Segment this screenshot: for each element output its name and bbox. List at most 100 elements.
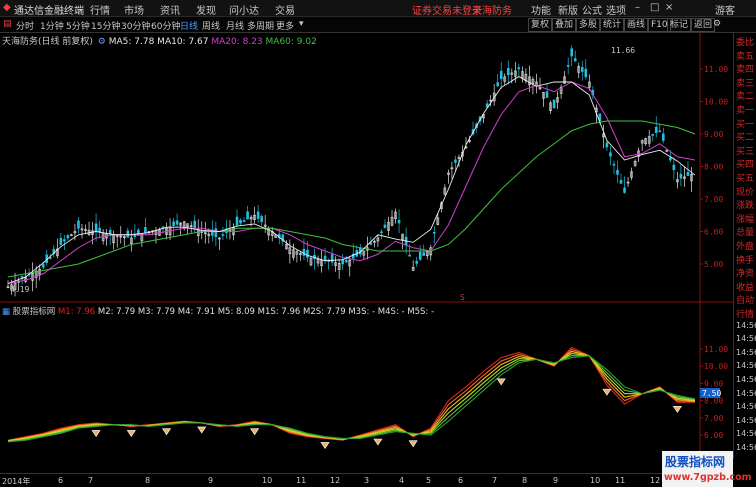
indicator-ribbon-line [7,346,695,441]
price-tick: 7.00 [704,195,723,204]
chart-title: 天海防务(日线 前复权) [2,37,93,47]
candle-body [77,220,80,229]
period-60min[interactable]: 60分钟 [151,19,180,32]
app-logo-icon: ◆ [3,2,11,13]
side-panel-item[interactable]: 14:56 [736,402,756,411]
signal-diamond [197,426,207,434]
user-label[interactable]: 游客 [715,2,735,17]
period-timeshare[interactable]: 分时 [16,19,34,32]
signal-diamond [250,428,260,436]
side-panel-item: 买五 [736,174,755,184]
indicator-tick: 9.00 [704,379,723,388]
candle-body [306,249,309,258]
ma-line-ma20 [7,81,696,284]
side-panel-item: 卖五 [736,51,755,62]
candle-body [175,220,179,225]
multi-stock-button[interactable]: 多股 [576,18,601,32]
candle-body [612,163,616,166]
period-1min[interactable]: 1分钟 [40,19,64,32]
period-30min[interactable]: 30分钟 [121,19,150,32]
chevron-down-icon[interactable]: ▾ [299,19,304,29]
side-panel-item[interactable]: 14:56 [736,334,756,343]
date-tick: 12 [330,476,341,485]
signal-diamond [126,430,136,437]
menu-function[interactable]: 功能 [531,2,551,17]
side-panel-item: 收益 [736,282,755,293]
overlay-button[interactable]: 叠加 [552,18,577,32]
ma-legend-item: MA10: 7.67 [154,37,209,47]
quote-side-panel: 委比 卖五 卖四 卖三 卖二 卖一 买一 买二 买三 买四 买五 现价 涨跌 涨幅 总量 外盘 换手 净资 收益 自动… [733,33,756,459]
indicator-grid-icon[interactable]: ▦ [2,307,10,317]
menu-quotes[interactable]: 行情 [90,2,110,17]
indicator-ribbon-line [7,352,696,442]
menu-news[interactable]: 资讯 [160,2,180,17]
signal-diamond [320,442,330,449]
menu-market[interactable]: 市场 [124,2,144,17]
candle-body [246,211,249,220]
close-icon[interactable]: × [665,2,673,13]
menu-options[interactable]: 选项 [606,2,626,17]
side-panel-item[interactable]: 14:56 [736,361,756,370]
draw-button[interactable]: 画线 [624,18,649,32]
candle-body [609,152,612,157]
candle-body [570,48,573,57]
side-panel-item[interactable]: 14:56 [736,375,756,384]
menu-formula[interactable]: 公式 [582,2,602,17]
date-tick: 6 [458,476,464,485]
high-label: 11.66 [611,46,635,55]
indicator-title: 股票指标网 [12,307,56,317]
side-panel-item[interactable]: 自动 [736,293,756,306]
side-panel-item[interactable]: 14:56 [736,443,756,452]
menu-ask[interactable]: 问小达 [229,2,259,17]
watermark-line1: 股票指标网 [665,455,726,469]
date-tick: 11 [296,476,307,485]
price-tick: 9.00 [704,130,723,139]
settings-small-icon[interactable]: ⚙ [98,37,106,47]
indicator-legend-item: M4: 7.91 [175,307,215,317]
mark-button[interactable]: 标记 [667,18,692,32]
side-panel-item[interactable]: 14:56 [736,429,756,438]
adjust-button[interactable]: 复权 [528,18,553,32]
indicator-legend-item: M2: 7.79 [95,307,136,317]
side-panel-item[interactable]: 14:56 [736,416,756,425]
candle-body [686,171,690,176]
period-more[interactable]: 更多 [276,19,294,32]
stats-button[interactable]: 统计 [600,18,625,32]
period-15min[interactable]: 15分钟 [91,19,120,32]
period-weekly[interactable]: 周线 [202,19,220,32]
side-panel-item[interactable]: 行情 [736,307,756,320]
candle-body [94,223,98,232]
side-panel-item: 现价 [736,187,755,198]
minimize-icon[interactable]: – [635,2,640,13]
kline-chart[interactable]: 11.00 10.00 9.00 8.00 7.00 6.00 5.00 11.00 10.0… [0,33,733,473]
candle-body [59,237,63,245]
back-button[interactable]: 返回 [691,18,716,32]
side-panel-item[interactable]: 14:56 [736,348,756,357]
menu-trade[interactable]: 交易 [275,2,295,17]
main-legend: 天海防务(日线 前复权) ⚙ MA5: 7.78 MA10: 7.67 MA20… [2,34,317,47]
candle-body [616,169,619,175]
menu-new-version[interactable]: 新版 [558,2,578,17]
ma-legend-item: MA20: 8.23 [208,37,263,47]
menu-discover[interactable]: 发现 [196,2,216,17]
indicator-legend-item: M3: 7.79 [135,307,176,317]
side-panel-item: 涨幅 [736,214,755,225]
period-daily[interactable]: 日线 [180,19,198,32]
candle-body [605,142,609,148]
period-monthly[interactable]: 月线 [226,19,244,32]
maximize-icon[interactable]: □ [650,2,659,13]
stock-name: 天海防务 [472,6,512,17]
period-5min[interactable]: 5分钟 [66,19,90,32]
side-panel-item[interactable]: 14:56 [736,321,756,330]
settings-icon[interactable]: ⚙ [713,19,721,29]
date-tick: 8 [145,476,151,485]
signal-diamond [602,388,612,396]
indicator-legend-item: M1: 7.96 [57,307,96,317]
side-panel-item: 涨跌 [736,201,755,212]
period-multi[interactable]: 多周期 [247,19,274,32]
candle-body [193,220,197,228]
list-icon[interactable]: ▤ [3,19,12,29]
menu-bar: ◆ 通达信金融终端 行情 市场 资讯 发现 问小达 交易 证券交易未登录 天海防… [0,0,756,17]
side-panel-item[interactable]: 14:56 [736,389,756,398]
candle-body [651,134,655,136]
